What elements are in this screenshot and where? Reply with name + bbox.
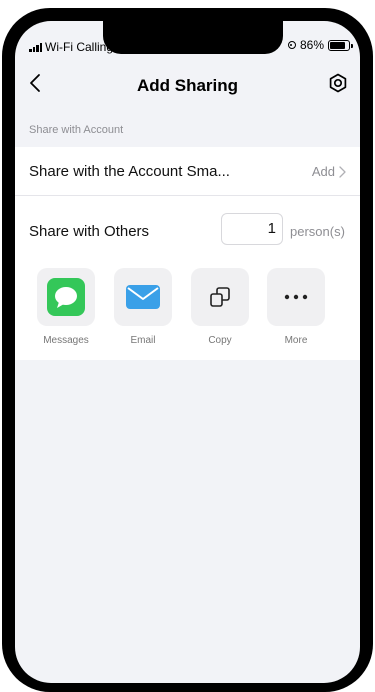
phone-frame: Wi-Fi Calling 86% Add Sharing Share with… — [2, 8, 373, 692]
email-label: Email — [130, 335, 156, 346]
more-tile — [267, 268, 325, 326]
section-label: Share with Account — [29, 124, 124, 136]
add-account-button[interactable]: Add — [312, 164, 346, 179]
app-screen: Wi-Fi Calling 86% Add Sharing Share with… — [15, 21, 360, 683]
account-row-label: Share with the Account Sma... — [29, 163, 230, 180]
share-with-others-panel: Share with Others 1 person(s) Messages E… — [15, 196, 360, 360]
notch — [103, 21, 283, 54]
share-email-button[interactable]: Email — [114, 268, 172, 346]
status-left: Wi-Fi Calling — [29, 40, 113, 54]
settings-button[interactable] — [326, 71, 350, 95]
section-header-account: Share with Account — [15, 109, 360, 147]
share-copy-button[interactable]: Copy — [191, 268, 249, 346]
copy-icon — [210, 287, 230, 307]
battery-percent: 86% — [299, 38, 324, 52]
nav-bar: Add Sharing — [15, 61, 360, 109]
messages-label: Messages — [43, 335, 89, 346]
carrier-label: Wi-Fi Calling — [45, 40, 114, 54]
person-count-input[interactable]: 1 — [221, 213, 283, 245]
chevron-right-icon — [339, 165, 346, 178]
email-icon — [126, 285, 160, 309]
share-messages-button[interactable]: Messages — [37, 268, 95, 346]
person-unit-label: person(s) — [290, 224, 345, 239]
others-label: Share with Others — [29, 223, 150, 240]
settings-icon — [329, 73, 347, 93]
share-more-button[interactable]: More — [267, 268, 325, 346]
email-tile — [114, 268, 172, 326]
orientation-lock-icon — [287, 41, 296, 49]
more-icon — [284, 294, 308, 300]
page-title: Add Sharing — [136, 76, 239, 95]
copy-label: Copy — [208, 335, 232, 346]
copy-tile — [191, 268, 249, 326]
battery-icon — [328, 39, 353, 51]
add-label: Add — [311, 164, 335, 179]
share-with-account-row[interactable]: Share with the Account Sma... Add — [15, 147, 360, 196]
messages-tile — [37, 268, 95, 326]
status-right: 86% — [287, 38, 353, 52]
messages-icon — [47, 278, 85, 316]
signal-icon — [29, 42, 42, 52]
more-label: More — [284, 335, 308, 346]
